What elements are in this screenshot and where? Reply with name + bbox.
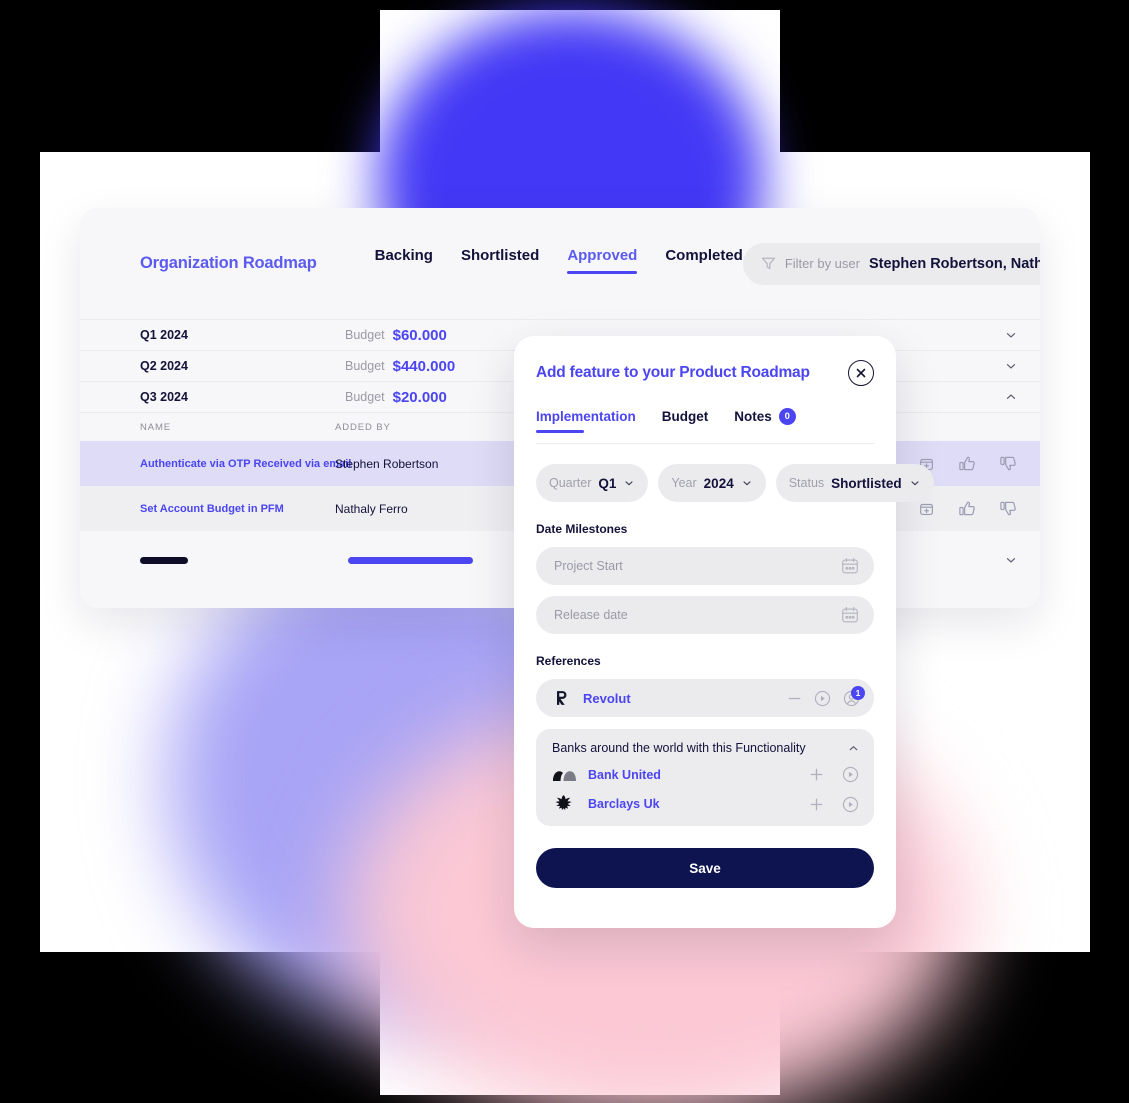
budget-value: $60.000 <box>392 326 447 344</box>
bank-row-barclays-uk[interactable]: Barclays Uk <box>552 794 860 814</box>
bank-actions <box>808 795 860 814</box>
assignee-count-badge: 1 <box>851 685 865 700</box>
column-header-name: NAME <box>140 421 172 433</box>
roadmap-tabs: Backing Shortlisted Approved Completed <box>375 247 743 280</box>
budget-value: $20.000 <box>392 388 447 406</box>
add-to-folder-icon[interactable] <box>918 500 936 518</box>
save-button[interactable]: Save <box>536 848 874 888</box>
filter-value: Stephen Robertson, Nathaly.. <box>868 255 1040 272</box>
quarter-dropdown[interactable]: Quarter Q1 <box>536 464 649 502</box>
tab-budget-label: Budget <box>661 409 709 424</box>
bank-actions <box>808 765 860 784</box>
row-actions <box>918 499 1018 518</box>
plus-icon[interactable] <box>808 766 825 783</box>
tab-notes-label: Notes <box>734 409 772 424</box>
year-dropdown[interactable]: Year 2024 <box>658 464 766 502</box>
assignee-avatar[interactable]: 1 <box>842 685 865 708</box>
modal-title: Add feature to your Product Roadmap <box>536 364 810 381</box>
tab-budget[interactable]: Budget <box>662 409 709 432</box>
quarter-name: Q2 2024 <box>140 359 188 373</box>
plus-icon[interactable] <box>808 796 825 813</box>
feature-name-link[interactable]: Set Account Budget in PFM <box>140 503 335 515</box>
quarter-name: Q3 2024 <box>140 390 188 404</box>
close-icon <box>855 367 867 379</box>
barclays-logo <box>552 794 576 814</box>
tab-notes[interactable]: Notes 0 <box>734 408 796 433</box>
year-value: 2024 <box>703 475 734 491</box>
references-label: References <box>536 654 601 668</box>
column-header-added-by: ADDED BY <box>335 421 391 433</box>
chevron-down-icon[interactable] <box>1004 359 1018 373</box>
close-button[interactable] <box>848 360 874 386</box>
tab-shortlisted[interactable]: Shortlisted <box>461 247 539 280</box>
chevron-down-icon[interactable] <box>1004 328 1018 342</box>
calendar-icon[interactable] <box>840 556 860 576</box>
tab-backing[interactable]: Backing <box>375 247 433 280</box>
date-milestones-label: Date Milestones <box>536 522 628 536</box>
chevron-down-icon <box>909 477 921 489</box>
page-title: Organization Roadmap <box>140 254 317 272</box>
chevron-down-icon <box>741 477 753 489</box>
tab-completed[interactable]: Completed <box>665 247 743 280</box>
chevron-down-icon <box>623 477 635 489</box>
chevron-up-icon[interactable] <box>1004 390 1018 404</box>
row-actions <box>918 454 1018 473</box>
thumbs-up-icon[interactable] <box>958 499 977 518</box>
status-label: Status <box>788 476 825 490</box>
status-dropdown[interactable]: Status Shortlisted <box>775 464 934 502</box>
modal-tabs: Implementation Budget Notes 0 <box>536 408 874 444</box>
minus-icon[interactable] <box>786 690 803 707</box>
added-by-value: Stephen Robertson <box>335 456 439 471</box>
thumbs-up-icon[interactable] <box>958 454 977 473</box>
project-start-placeholder: Project Start <box>554 559 623 573</box>
added-by-value: Nathaly Ferro <box>335 501 408 516</box>
budget-value: $440.000 <box>392 357 456 375</box>
project-start-field[interactable]: Project Start <box>536 547 874 585</box>
thumbs-down-icon[interactable] <box>999 454 1018 473</box>
revolut-logo <box>552 688 572 708</box>
bank-row-bank-united[interactable]: Bank United <box>552 765 860 784</box>
thumbs-down-icon[interactable] <box>999 499 1018 518</box>
filter-by-user-dropdown[interactable]: Filter by user Stephen Robertson, Nathal… <box>742 242 1040 285</box>
calendar-icon[interactable] <box>840 605 860 625</box>
play-circle-icon[interactable] <box>813 689 832 708</box>
tab-implementation-label: Implementation <box>536 409 636 424</box>
bank-name: Bank United <box>588 767 661 782</box>
progress-bar-blue <box>348 556 473 564</box>
quarter-name: Q1 2024 <box>140 328 188 342</box>
budget-label: Budget <box>345 390 385 404</box>
banks-panel: Banks around the world with this Functio… <box>536 729 874 826</box>
budget-label: Budget <box>345 359 385 373</box>
budget-label: Budget <box>345 328 385 342</box>
chevron-up-icon[interactable] <box>847 742 860 755</box>
filter-label: Filter by user <box>784 256 860 271</box>
filter-icon <box>761 256 776 271</box>
reference-name: Revolut <box>583 690 631 706</box>
play-circle-icon[interactable] <box>841 765 860 784</box>
roadmap-header: Organization Roadmap Backing Shortlisted… <box>80 208 1040 320</box>
quarter-label: Quarter <box>549 476 592 490</box>
release-date-field[interactable]: Release date <box>536 596 874 634</box>
selector-row: Quarter Q1 Year 2024 Status Shortlisted <box>536 464 934 502</box>
modal-header: Add feature to your Product Roadmap <box>536 360 874 386</box>
banks-title: Banks around the world with this Functio… <box>552 741 806 755</box>
tab-approved[interactable]: Approved <box>567 247 638 280</box>
progress-bar-dark <box>140 556 188 564</box>
reference-actions: 1 <box>786 685 865 708</box>
release-date-placeholder: Release date <box>554 608 628 622</box>
notes-count-badge: 0 <box>778 408 796 425</box>
add-feature-modal: Add feature to your Product Roadmap Impl… <box>514 336 934 928</box>
reference-row-revolut[interactable]: Revolut 1 <box>536 679 874 717</box>
year-label: Year <box>671 476 697 490</box>
quarter-value: Q1 <box>598 475 617 491</box>
bank-united-logo <box>552 767 576 783</box>
feature-name-link[interactable]: Authenticate via OTP Received via email <box>140 458 351 470</box>
bank-name: Barclays Uk <box>588 797 660 811</box>
banks-header[interactable]: Banks around the world with this Functio… <box>552 741 860 755</box>
chevron-down-icon[interactable] <box>1004 553 1018 567</box>
play-circle-icon[interactable] <box>841 795 860 814</box>
status-value: Shortlisted <box>831 475 902 491</box>
tab-implementation[interactable]: Implementation <box>536 409 636 433</box>
